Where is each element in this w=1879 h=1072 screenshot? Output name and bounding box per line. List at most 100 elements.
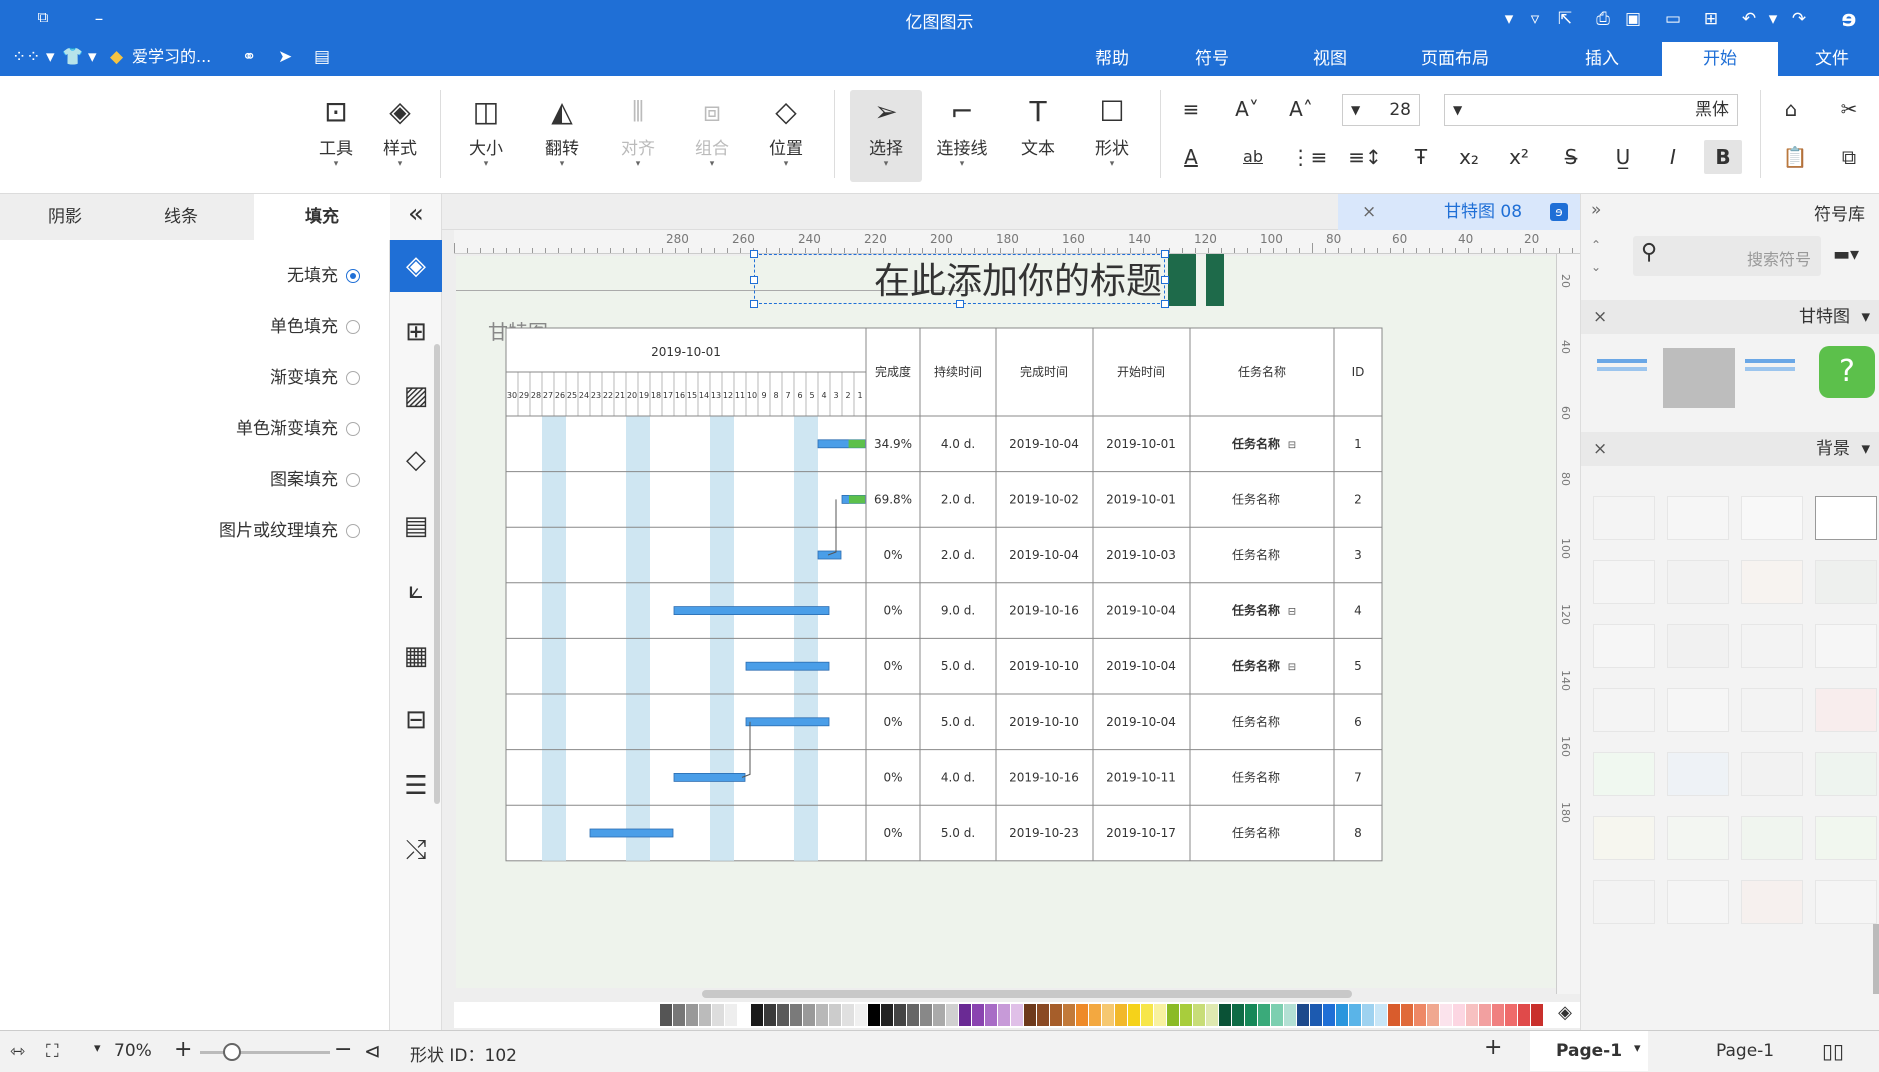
color-swatch[interactable] [1245, 1004, 1257, 1026]
symbol-search[interactable]: ⚲ 搜索符号 [1633, 236, 1821, 276]
color-swatch[interactable] [972, 1004, 984, 1026]
color-swatch[interactable] [1037, 1004, 1049, 1026]
arrow-down-icon[interactable]: ▿ [1522, 6, 1548, 32]
background-thumb[interactable] [1815, 624, 1877, 668]
zoom-value[interactable]: 70% [114, 1041, 152, 1061]
color-swatch[interactable] [803, 1004, 815, 1026]
subscript-icon[interactable]: x₂ [1450, 140, 1488, 174]
size-button[interactable]: ◫ 大小 ▾ [450, 90, 522, 182]
color-swatch[interactable] [660, 1004, 672, 1026]
color-swatch[interactable] [1219, 1004, 1231, 1026]
scrollbar[interactable] [1873, 924, 1879, 994]
color-swatch[interactable] [1193, 1004, 1205, 1026]
fullscreen-icon[interactable]: ⛶ [46, 1041, 59, 1062]
fill-bucket-icon[interactable]: ◈ [1558, 1002, 1572, 1023]
document-tab[interactable]: × 甘特图 08 ɘ [1338, 194, 1580, 230]
background-thumb[interactable] [1593, 496, 1655, 540]
color-swatch[interactable] [920, 1004, 932, 1026]
gantt-thumb[interactable] [1593, 349, 1653, 389]
comment-icon[interactable]: ▤ [314, 44, 330, 70]
background-thumb[interactable] [1593, 560, 1655, 604]
flip-button[interactable]: ◭ 翻转 ▾ [526, 90, 598, 182]
background-thumb[interactable] [1593, 688, 1655, 732]
open-icon[interactable]: ▭ [1660, 6, 1686, 32]
tab-fill[interactable]: 填充 [254, 194, 390, 240]
zoom-in-icon[interactable]: + [174, 1037, 192, 1062]
shuffle-icon[interactable]: ⤭ [390, 824, 442, 876]
background-thumb[interactable] [1667, 880, 1729, 924]
color-swatch[interactable] [1271, 1004, 1283, 1026]
color-swatch[interactable] [1180, 1004, 1192, 1026]
background-thumb[interactable] [1593, 752, 1655, 796]
dropdown-icon[interactable]: ▾ [88, 44, 97, 70]
share-icon[interactable]: ⚭ [242, 44, 256, 70]
color-swatch[interactable] [725, 1004, 737, 1026]
category-background[interactable]: × ▾ 背景 [1581, 432, 1879, 466]
chevron-down-icon[interactable]: ⌄ [1591, 260, 1601, 274]
color-swatch[interactable] [1505, 1004, 1517, 1026]
category-gantt[interactable]: × ▾ 甘特图 [1581, 300, 1879, 334]
gantt-thumb-selected[interactable] [1663, 348, 1735, 408]
save-icon[interactable]: ▣ [1620, 6, 1646, 32]
chevron-down-icon[interactable]: ▾ [94, 1041, 101, 1056]
search-icon[interactable]: ⚲ [1641, 240, 1657, 265]
font-size-field[interactable]: ▼ 28 [1342, 94, 1420, 126]
tab-file[interactable]: 文件 [1790, 42, 1874, 76]
fill-option-none[interactable]: 无填充 [180, 264, 360, 288]
highlight-icon[interactable]: ab [1234, 140, 1272, 174]
background-thumb[interactable] [1741, 816, 1803, 860]
color-swatch[interactable] [855, 1004, 867, 1026]
send-icon[interactable]: ➤ [278, 44, 292, 70]
cut-icon[interactable]: ✂ [1830, 92, 1868, 126]
tab-insert[interactable]: 插入 [1560, 42, 1644, 76]
redo-icon[interactable]: ↷ [1786, 6, 1812, 32]
close-icon[interactable]: × [1593, 432, 1607, 466]
gantt-chart[interactable]: ID任务名称开始时间完成时间持续时间完成度2019-10-01123456789… [456, 256, 1556, 988]
position-button[interactable]: ◇ 位置 ▾ [750, 90, 822, 182]
color-swatch[interactable] [1063, 1004, 1075, 1026]
font-increase-icon[interactable]: A˄ [1282, 92, 1320, 126]
fill-icon[interactable]: ◈ [390, 240, 442, 292]
color-swatch[interactable] [1518, 1004, 1530, 1026]
fit-width-icon[interactable]: ⇿ [10, 1041, 25, 1062]
color-swatch[interactable] [751, 1004, 763, 1026]
color-swatch[interactable] [1167, 1004, 1179, 1026]
new-icon[interactable]: ⊞ [1698, 6, 1724, 32]
fill-option-pattern[interactable]: 图案填充 [180, 468, 360, 492]
fill-option-solid[interactable]: 单色填充 [180, 315, 360, 339]
apps-icon[interactable]: ⁘⁘ [12, 44, 41, 70]
expand-icon[interactable]: » [1591, 200, 1601, 220]
color-swatch[interactable] [1323, 1004, 1335, 1026]
zoom-slider[interactable] [200, 1051, 330, 1054]
color-swatch[interactable] [881, 1004, 893, 1026]
color-swatch[interactable] [998, 1004, 1010, 1026]
chevron-down-icon[interactable]: ▾ [1634, 1041, 1641, 1056]
superscript-icon[interactable]: x² [1500, 140, 1538, 174]
radio-icon[interactable] [346, 473, 360, 487]
style-button[interactable]: ◈ 样式 ▾ [364, 90, 436, 182]
group-button[interactable]: ⧈ 组合 ▾ [676, 90, 748, 182]
dropdown-icon[interactable]: ▾ [46, 44, 55, 70]
radio-icon[interactable] [346, 320, 360, 334]
fill-option-gradient[interactable]: 渐变填充 [180, 366, 360, 390]
text-button[interactable]: T 文本 [1002, 90, 1074, 182]
align-button[interactable]: ⫴ 对齐 ▾ [602, 90, 674, 182]
connector-button[interactable]: ⌐ 连接线 ▾ [926, 90, 998, 182]
tab-shadow[interactable]: 阴影 [0, 194, 130, 240]
collapse-icon[interactable]: « [390, 194, 442, 234]
color-swatch[interactable] [985, 1004, 997, 1026]
undo-icon[interactable]: ↶ [1736, 6, 1762, 32]
tools-button[interactable]: ⊡ 工具 ▾ [300, 90, 372, 182]
color-swatch[interactable] [1297, 1004, 1309, 1026]
strikethrough-icon[interactable]: S̶ [1552, 140, 1590, 174]
shape-button[interactable]: ☐ 形状 ▾ [1076, 90, 1148, 182]
color-swatch[interactable] [907, 1004, 919, 1026]
color-swatch[interactable] [686, 1004, 698, 1026]
tab-symbol[interactable]: 符号 [1170, 42, 1254, 76]
paragraph-spacing-icon[interactable]: ≡↕ [1346, 140, 1384, 174]
color-swatch[interactable] [738, 1004, 750, 1026]
background-thumb[interactable] [1815, 880, 1877, 924]
italic-icon[interactable]: I [1654, 140, 1692, 174]
tab-view[interactable]: 视图 [1288, 42, 1372, 76]
color-swatch[interactable] [1349, 1004, 1361, 1026]
